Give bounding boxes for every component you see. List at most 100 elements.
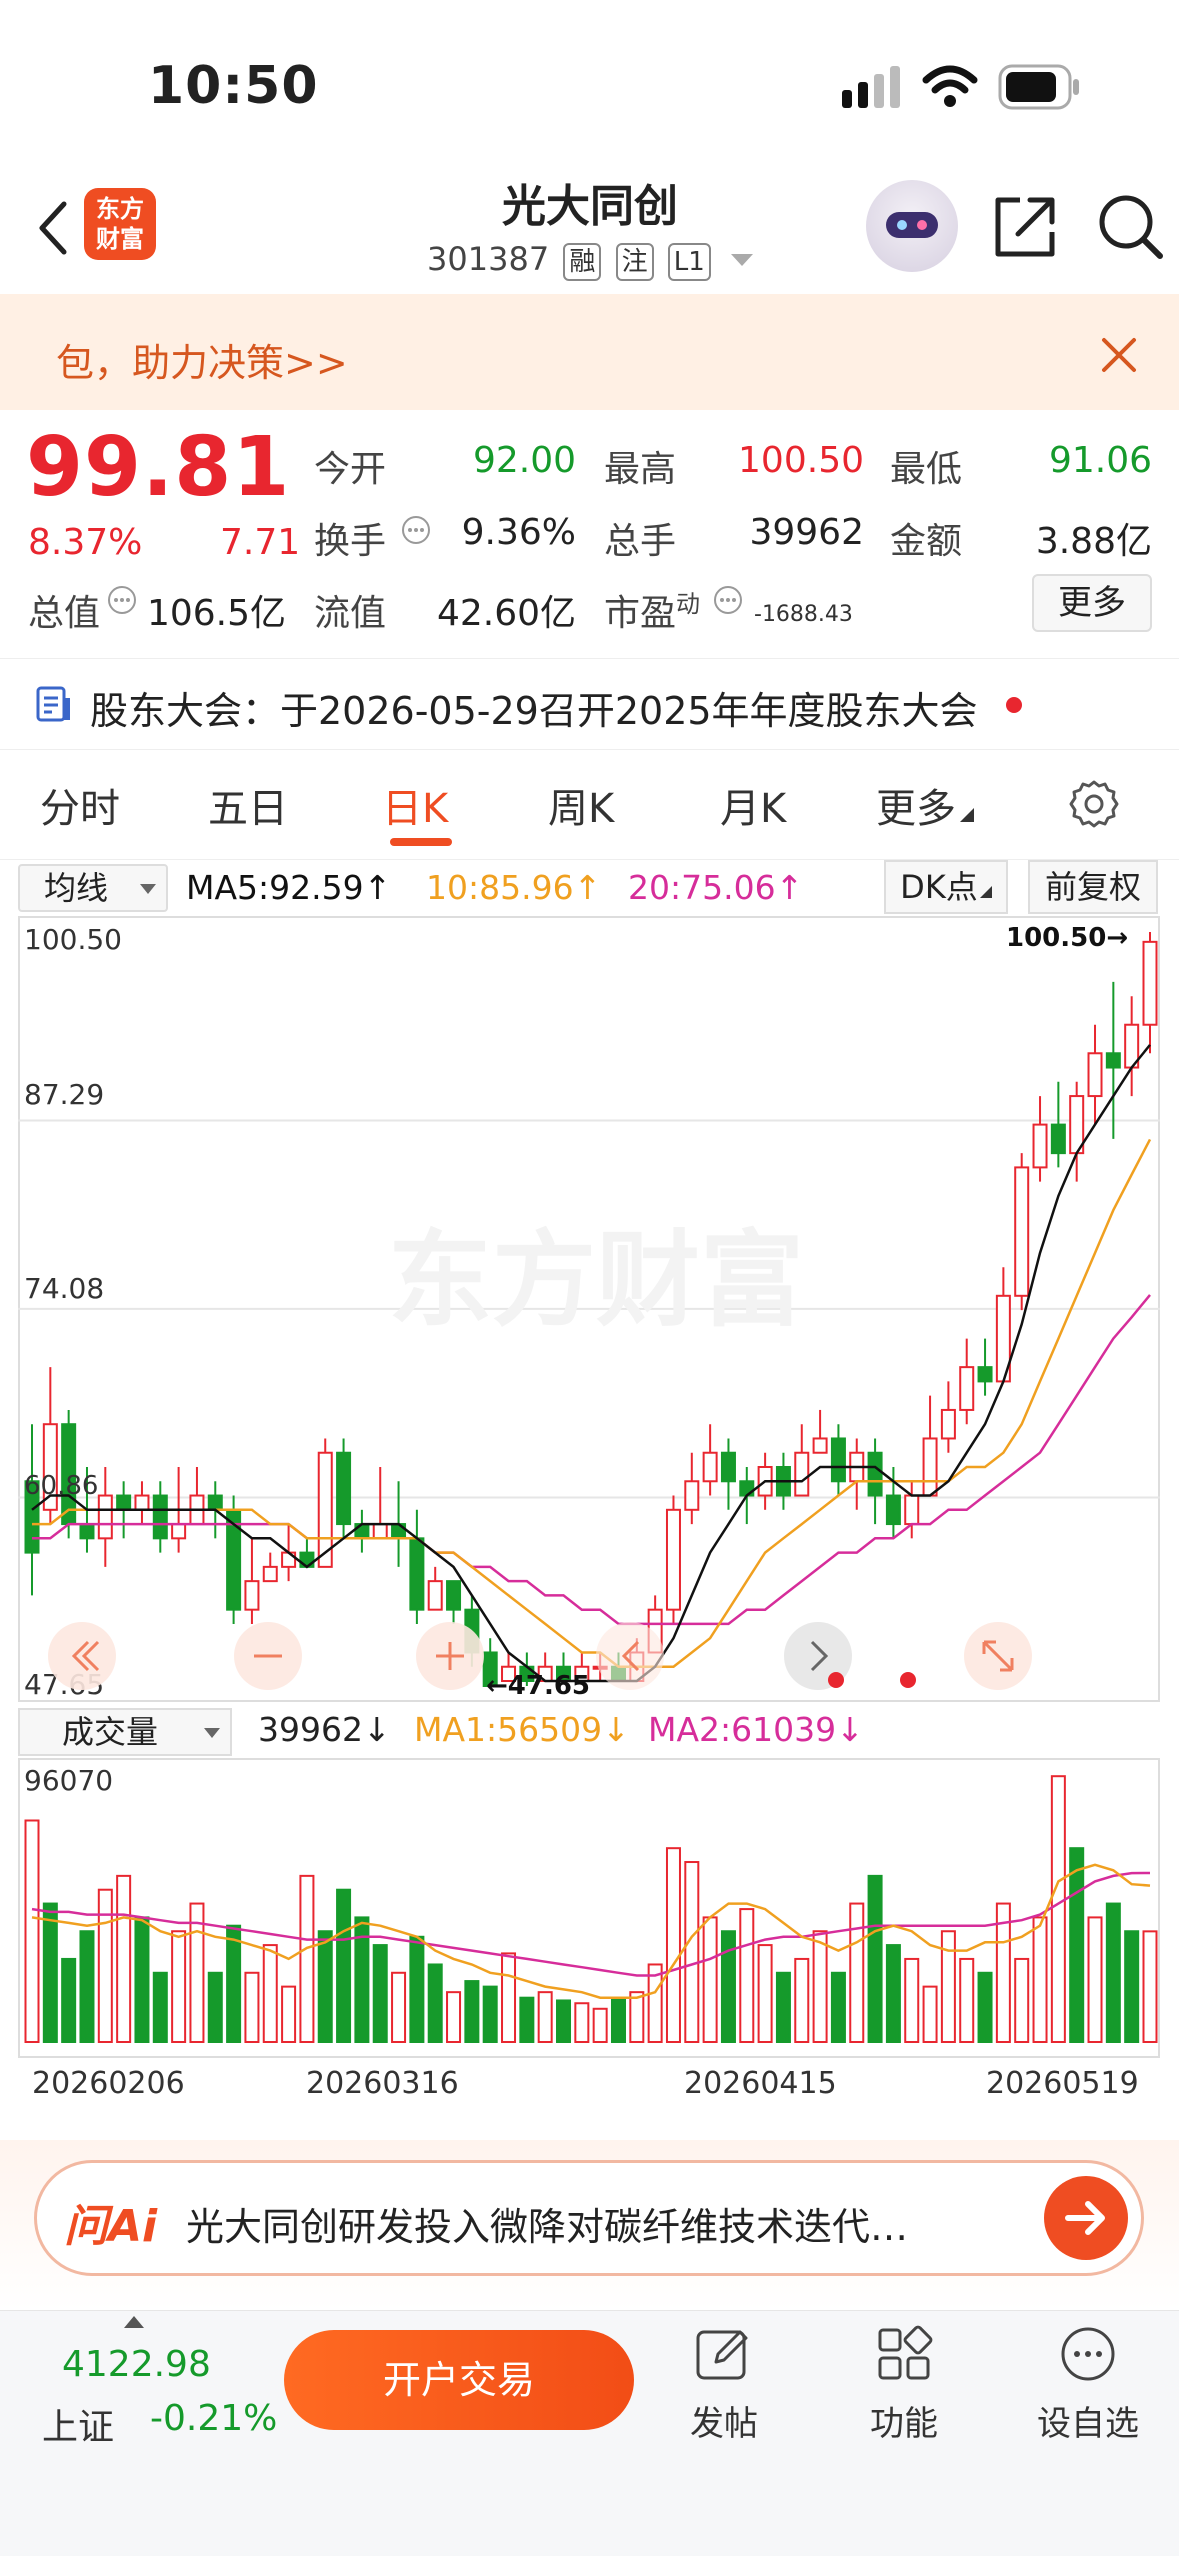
functions-button[interactable]: 功能 bbox=[844, 2322, 964, 2445]
active-tab-indicator bbox=[390, 838, 452, 846]
index-value[interactable]: 4122.98 bbox=[62, 2344, 211, 2385]
volume-bar bbox=[464, 1980, 480, 2044]
volume-bar bbox=[336, 1888, 352, 2043]
y-label-top: 100.50 bbox=[24, 923, 122, 956]
add-watchlist-label: 设自选 bbox=[1037, 2404, 1139, 2444]
dk-point-marker bbox=[900, 1672, 916, 1688]
gear-icon[interactable] bbox=[1068, 778, 1120, 830]
tab-five-day[interactable]: 五日 bbox=[208, 776, 288, 834]
ai-assistant-avatar[interactable] bbox=[866, 180, 958, 272]
back-icon[interactable] bbox=[30, 198, 78, 258]
candlestick-chart[interactable]: 东方财富 100.50 87.29 74.08 47.65 60.86 100.… bbox=[18, 916, 1160, 1702]
ai-question-text[interactable]: 光大同创研发投入微降对碳纤维技术迭代… bbox=[186, 2196, 908, 2251]
tab-intraday[interactable]: 分时 bbox=[40, 776, 120, 834]
volume-bar bbox=[519, 1996, 535, 2044]
fullscreen-button[interactable] bbox=[964, 1622, 1032, 1690]
candle-body bbox=[720, 1451, 736, 1483]
volume-bar bbox=[702, 1916, 718, 2043]
volume-bar bbox=[1032, 1916, 1048, 2043]
volume-bar bbox=[1142, 1930, 1158, 2044]
info-icon[interactable] bbox=[400, 514, 432, 546]
turnover-value: 9.36% bbox=[461, 512, 576, 553]
dropdown-caret-icon bbox=[204, 1728, 220, 1738]
search-icon[interactable] bbox=[1094, 190, 1166, 262]
scroll-left-button[interactable] bbox=[48, 1622, 116, 1690]
post-button[interactable]: 发帖 bbox=[664, 2322, 784, 2445]
corner-caret-icon bbox=[960, 808, 974, 822]
zoom-in-button[interactable] bbox=[416, 1622, 484, 1690]
volume-chart[interactable]: 96070 bbox=[18, 1758, 1160, 2058]
volume-current: 39962↓ bbox=[258, 1710, 391, 1749]
candle-body bbox=[372, 1523, 388, 1540]
pe-label: 市盈动 bbox=[604, 584, 700, 636]
volume-bar bbox=[281, 1985, 297, 2044]
candle-body bbox=[446, 1580, 462, 1611]
pe-dynamic-mark: 动 bbox=[676, 590, 701, 618]
volume-bar bbox=[317, 1930, 333, 2043]
volume-bar bbox=[391, 1971, 407, 2043]
tab-daily-k[interactable]: 日K bbox=[382, 776, 448, 834]
candle-body bbox=[116, 1494, 132, 1511]
open-label: 今开 bbox=[314, 449, 387, 490]
volume-bar bbox=[904, 1957, 920, 2043]
info-icon[interactable] bbox=[106, 584, 138, 616]
info-icon[interactable] bbox=[712, 584, 744, 616]
candle-body bbox=[665, 1508, 681, 1611]
candle-body bbox=[409, 1537, 425, 1611]
volume-bar bbox=[574, 2002, 590, 2044]
stock-code-row[interactable]: 301387 融 注 L1 bbox=[340, 240, 840, 281]
brand-logo-line2: 财富 bbox=[96, 225, 144, 253]
candle-body bbox=[1087, 1052, 1103, 1098]
open-account-trade-button[interactable]: 开户交易 bbox=[284, 2330, 634, 2430]
volume-label: 总手 bbox=[604, 521, 677, 562]
wifi-icon bbox=[922, 65, 978, 107]
volume-bar bbox=[867, 1874, 883, 2043]
more-circle-icon bbox=[1061, 2327, 1115, 2381]
tab-more[interactable]: 更多 bbox=[876, 776, 974, 834]
total-value-label: 总值 bbox=[28, 593, 101, 634]
volume-bar bbox=[610, 1996, 626, 2044]
dk-points-button[interactable]: DK点 bbox=[884, 860, 1008, 914]
candle-body bbox=[922, 1437, 938, 1497]
candle-body bbox=[702, 1451, 718, 1483]
volume-indicator-select[interactable]: 成交量 bbox=[18, 1708, 232, 1756]
volume-bar bbox=[1105, 1902, 1121, 2043]
index-change[interactable]: -0.21% bbox=[150, 2398, 277, 2439]
candle-body bbox=[794, 1451, 810, 1497]
candle-body bbox=[1105, 1052, 1121, 1069]
promo-banner-text[interactable]: 包，助力决策>> bbox=[56, 332, 348, 387]
close-icon[interactable] bbox=[1098, 334, 1140, 376]
grid-icon bbox=[878, 2325, 933, 2380]
volume-bar bbox=[885, 1944, 901, 2043]
ma-indicator-select[interactable]: 均线 bbox=[18, 864, 168, 912]
tab-weekly-k[interactable]: 周K bbox=[548, 776, 614, 834]
step-back-button[interactable] bbox=[596, 1622, 664, 1690]
more-button[interactable]: 更多 bbox=[1032, 574, 1152, 632]
y-label-3: 74.08 bbox=[24, 1272, 104, 1305]
add-watchlist-button[interactable]: 设自选 bbox=[1028, 2322, 1148, 2445]
candle-body bbox=[940, 1408, 956, 1440]
volume-bar bbox=[775, 1971, 791, 2043]
index-name[interactable]: 上证 bbox=[42, 2398, 114, 2450]
volume-bar bbox=[1087, 1916, 1103, 2043]
low-mark-label: ←47.65 bbox=[486, 1671, 590, 1701]
change-percent: 8.37% bbox=[28, 522, 143, 563]
ai-go-button[interactable] bbox=[1044, 2176, 1128, 2260]
volume-bar bbox=[134, 1916, 150, 2043]
tab-monthly-k[interactable]: 月K bbox=[720, 776, 786, 834]
open-value: 92.00 bbox=[472, 440, 576, 481]
turnover-label: 换手 bbox=[314, 521, 387, 562]
dk-point-marker bbox=[828, 1672, 844, 1688]
expand-up-icon[interactable] bbox=[124, 2316, 144, 2328]
ma5-value: MA5:92.59↑ bbox=[186, 868, 392, 907]
brand-logo-line1: 东方 bbox=[96, 195, 144, 223]
notice-text[interactable]: 股东大会：于2026-05-29召开2025年年度股东大会 bbox=[90, 680, 978, 735]
zoom-out-button[interactable] bbox=[234, 1622, 302, 1690]
volume-bar bbox=[24, 1819, 40, 2044]
share-icon[interactable] bbox=[990, 192, 1060, 262]
volume-bar bbox=[940, 1930, 956, 2043]
forward-adjust-button[interactable]: 前复权 bbox=[1028, 860, 1158, 914]
ma10-value: 10:85.96↑ bbox=[426, 868, 602, 907]
candle-body bbox=[959, 1366, 975, 1411]
watermark: 东方财富 bbox=[388, 1219, 804, 1341]
